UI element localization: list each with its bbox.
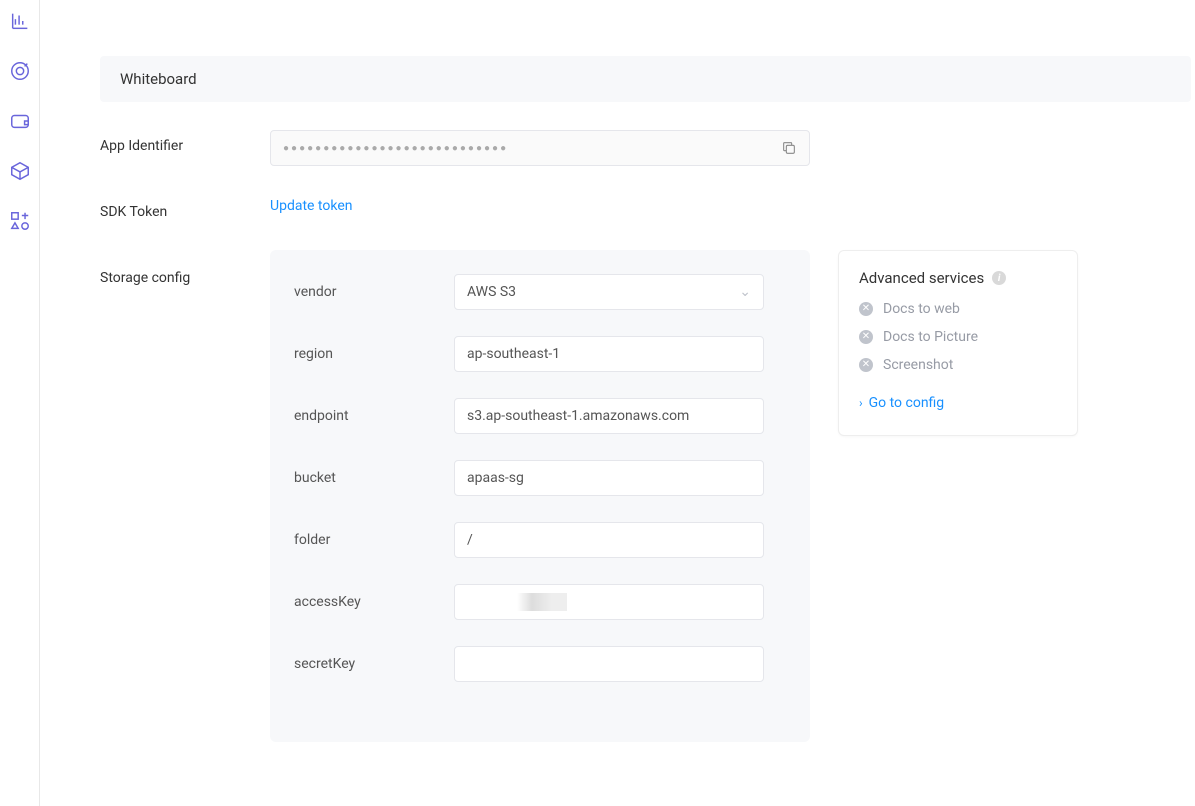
- go-to-config-label: Go to config: [869, 395, 945, 411]
- bucket-input[interactable]: [467, 470, 751, 486]
- adv-item-screenshot: ✕ Screenshot: [859, 357, 1057, 373]
- bar-chart-icon[interactable]: [9, 10, 31, 32]
- shapes-icon[interactable]: [9, 210, 31, 232]
- disabled-status-icon: ✕: [859, 302, 873, 316]
- bucket-input-wrap: [454, 460, 764, 496]
- disabled-status-icon: ✕: [859, 330, 873, 344]
- field-region: region: [294, 336, 786, 372]
- go-to-config-link[interactable]: › Go to config: [859, 395, 1057, 411]
- bucket-label: bucket: [294, 470, 454, 486]
- vendor-value: AWS S3: [467, 284, 516, 300]
- folder-input-wrap: [454, 522, 764, 558]
- adv-item-docs-to-picture: ✕ Docs to Picture: [859, 329, 1057, 345]
- vendor-select[interactable]: AWS S3 ⌄: [454, 274, 764, 310]
- access-key-redacted: [467, 593, 567, 611]
- access-key-label: accessKey: [294, 594, 454, 610]
- section-title: Whiteboard: [120, 70, 197, 88]
- adv-item-label: Screenshot: [883, 357, 953, 373]
- section-header: Whiteboard: [100, 56, 1191, 102]
- storage-config-label: Storage config: [100, 250, 270, 286]
- advanced-services-title: Advanced services: [859, 269, 984, 287]
- app-identifier-masked: ●●●●●●●●●●●●●●●●●●●●●●●●●●●●: [283, 143, 508, 154]
- field-vendor: vendor AWS S3 ⌄: [294, 274, 786, 310]
- sidebar: [0, 0, 40, 806]
- field-access-key: accessKey: [294, 584, 786, 620]
- endpoint-input-wrap: [454, 398, 764, 434]
- secret-key-label: secretKey: [294, 656, 454, 672]
- app-identifier-field: ●●●●●●●●●●●●●●●●●●●●●●●●●●●●: [270, 130, 810, 166]
- endpoint-input[interactable]: [467, 408, 751, 424]
- target-icon[interactable]: [9, 60, 31, 82]
- adv-item-label: Docs to web: [883, 301, 960, 317]
- box-icon[interactable]: [9, 160, 31, 182]
- app-identifier-label: App Identifier: [100, 130, 270, 154]
- advanced-services-title-row: Advanced services i: [859, 269, 1057, 287]
- region-label: region: [294, 346, 454, 362]
- advanced-services-card: Advanced services i ✕ Docs to web ✕ Docs…: [838, 250, 1078, 436]
- advanced-services-list: ✕ Docs to web ✕ Docs to Picture ✕ Screen…: [859, 301, 1057, 411]
- copy-icon[interactable]: [781, 140, 797, 156]
- access-key-input-wrap: [454, 584, 764, 620]
- field-secret-key: secretKey: [294, 646, 786, 682]
- folder-input[interactable]: [467, 532, 751, 548]
- secret-key-input-wrap: [454, 646, 764, 682]
- storage-panel: vendor AWS S3 ⌄ region endpoint: [270, 250, 810, 742]
- main-content: Whiteboard App Identifier ●●●●●●●●●●●●●●…: [40, 0, 1195, 806]
- sdk-token-label: SDK Token: [100, 196, 270, 220]
- chevron-right-icon: ›: [859, 396, 863, 410]
- region-input[interactable]: [467, 346, 751, 362]
- adv-item-label: Docs to Picture: [883, 329, 978, 345]
- endpoint-label: endpoint: [294, 408, 454, 424]
- region-input-wrap: [454, 336, 764, 372]
- info-icon[interactable]: i: [992, 271, 1006, 285]
- field-endpoint: endpoint: [294, 398, 786, 434]
- field-folder: folder: [294, 522, 786, 558]
- adv-item-docs-to-web: ✕ Docs to web: [859, 301, 1057, 317]
- disabled-status-icon: ✕: [859, 358, 873, 372]
- wallet-icon[interactable]: [9, 110, 31, 132]
- row-app-identifier: App Identifier ●●●●●●●●●●●●●●●●●●●●●●●●●…: [100, 130, 1183, 166]
- secret-key-input[interactable]: [467, 656, 751, 672]
- vendor-label: vendor: [294, 284, 454, 300]
- field-bucket: bucket: [294, 460, 786, 496]
- row-storage-config: Storage config vendor AWS S3 ⌄ region: [100, 250, 1183, 742]
- chevron-down-icon: ⌄: [739, 284, 751, 300]
- folder-label: folder: [294, 532, 454, 548]
- row-sdk-token: SDK Token Update token: [100, 196, 1183, 220]
- update-token-link[interactable]: Update token: [270, 196, 352, 214]
